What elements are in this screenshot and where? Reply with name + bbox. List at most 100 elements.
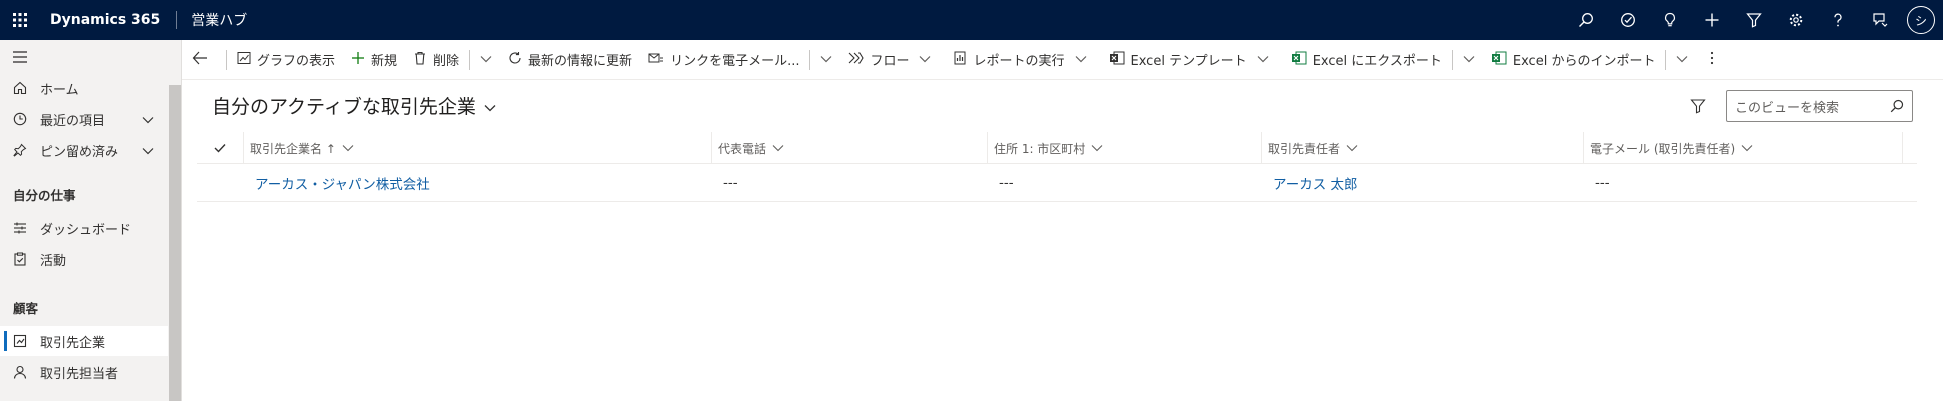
app-launcher-icon[interactable] xyxy=(0,0,40,40)
sidebar-item-label: 取引先担当者 xyxy=(40,366,119,382)
search-placeholder: このビューを検索 xyxy=(1735,100,1840,116)
import-from-excel-label: Excel からのインポート xyxy=(1512,54,1656,69)
assistant-icon[interactable] xyxy=(1859,0,1901,40)
city-cell: --- xyxy=(999,175,1014,191)
primary-contact-link[interactable]: アーカス 太郎 xyxy=(1261,164,1357,202)
show-chart-button[interactable]: グラフの表示 xyxy=(229,40,343,80)
select-all-checkbox[interactable] xyxy=(197,132,237,164)
column-header-main-phone[interactable]: 代表電話 xyxy=(711,132,987,164)
chart-icon xyxy=(237,51,257,69)
settings-gear-icon[interactable] xyxy=(1775,0,1817,40)
chevron-down-icon xyxy=(476,95,496,117)
task-check-icon[interactable] xyxy=(1607,0,1649,40)
chevron-down-icon xyxy=(1257,52,1275,67)
refresh-label: 最新の情報に更新 xyxy=(528,54,633,69)
report-icon xyxy=(953,51,973,69)
lightbulb-icon[interactable] xyxy=(1649,0,1691,40)
sitemap-sidebar: ホーム 最近の項目 ピン留め済み 自分の仕事 ダッシュボード 活動 顧客 取引先… xyxy=(0,40,182,401)
advanced-filter-icon[interactable] xyxy=(1733,0,1775,40)
main-phone-cell: --- xyxy=(723,175,738,191)
chevron-down-icon xyxy=(1735,141,1753,155)
flow-label: フロー xyxy=(870,54,910,69)
sidebar-section-customers: 顧客 xyxy=(13,301,39,316)
new-button[interactable]: 新規 xyxy=(343,40,405,80)
user-avatar[interactable]: シ xyxy=(1907,6,1935,34)
back-arrow-icon xyxy=(192,51,214,69)
sidebar-item-pinned[interactable]: ピン留め済み xyxy=(0,135,168,165)
delete-more-dropdown[interactable] xyxy=(472,40,500,80)
column-header-label: 代表電話 xyxy=(718,141,767,156)
sidebar-item-home[interactable]: ホーム xyxy=(0,73,168,103)
column-header-label: 取引先企業名 ↑ xyxy=(250,141,336,156)
excel-template-icon xyxy=(1109,51,1131,69)
import-more-dropdown[interactable] xyxy=(1668,40,1696,80)
filter-icon[interactable] xyxy=(1690,98,1706,118)
back-button[interactable] xyxy=(182,40,224,80)
chevron-down-icon xyxy=(919,52,937,67)
email-link-button[interactable]: リンクを電子メール... xyxy=(640,40,807,80)
sidebar-item-label: 最近の項目 xyxy=(40,113,106,129)
app-title[interactable]: 営業ハブ xyxy=(177,10,247,30)
view-selector[interactable]: 自分のアクティブな取引先企業 xyxy=(212,92,496,119)
view-search-box[interactable]: このビューを検索 xyxy=(1726,90,1913,122)
email-link-more-dropdown[interactable] xyxy=(812,40,840,80)
more-commands-button[interactable] xyxy=(1696,40,1734,80)
sidebar-collapse-button[interactable] xyxy=(0,42,168,72)
import-from-excel-button[interactable]: Excel からのインポート xyxy=(1483,40,1664,80)
separator xyxy=(1665,49,1667,70)
pin-icon xyxy=(11,143,29,157)
product-name[interactable]: Dynamics 365 xyxy=(40,11,178,29)
home-icon xyxy=(11,81,29,95)
chevron-down-icon xyxy=(1340,141,1358,155)
search-icon[interactable] xyxy=(1565,0,1607,40)
chevron-down-icon[interactable] xyxy=(142,144,154,159)
more-vertical-icon xyxy=(1710,51,1720,69)
flow-icon xyxy=(848,51,870,69)
chevron-down-icon xyxy=(336,141,354,155)
sidebar-item-label: ピン留め済み xyxy=(40,144,119,160)
excel-template-button[interactable]: Excel テンプレート xyxy=(1101,40,1283,80)
column-header-primary-contact[interactable]: 取引先責任者 xyxy=(1261,132,1583,164)
delete-label: 削除 xyxy=(433,54,460,69)
flow-button[interactable]: フロー xyxy=(840,40,945,80)
run-report-button[interactable]: レポートの実行 xyxy=(945,40,1100,80)
records-grid: 取引先企業名 ↑ 代表電話 住所 1: 市区町村 取引先責任者 電子メール (取… xyxy=(197,132,1917,202)
email-link-icon xyxy=(648,51,670,69)
sidebar-item-contacts[interactable]: 取引先担当者 xyxy=(0,357,168,387)
hamburger-menu-icon[interactable] xyxy=(11,50,29,64)
view-title: 自分のアクティブな取引先企業 xyxy=(212,96,476,118)
sidebar-item-label: ホーム xyxy=(40,82,79,98)
sidebar-item-activities[interactable]: 活動 xyxy=(0,244,168,274)
chevron-down-icon xyxy=(1075,52,1093,67)
refresh-icon xyxy=(508,51,528,69)
search-icon[interactable] xyxy=(1890,99,1904,117)
chevron-down-icon xyxy=(820,52,832,67)
main-view-area: 自分のアクティブな取引先企業 このビューを検索 取引先企業名 ↑ 代表電話 住所… xyxy=(182,80,1943,401)
clock-icon xyxy=(11,112,29,126)
refresh-button[interactable]: 最新の情報に更新 xyxy=(500,40,640,80)
sidebar-scrollbar[interactable] xyxy=(169,85,181,401)
chevron-down-icon xyxy=(480,52,492,67)
row-select-checkbox[interactable] xyxy=(197,164,237,202)
table-row[interactable]: アーカス・ジャパン株式会社 --- --- アーカス 太郎 --- xyxy=(197,164,1917,202)
account-name-link[interactable]: アーカス・ジャパン株式会社 xyxy=(243,164,430,202)
sidebar-item-recent[interactable]: 最近の項目 xyxy=(0,104,168,134)
chevron-down-icon xyxy=(1676,52,1688,67)
sidebar-item-dashboards[interactable]: ダッシュボード xyxy=(0,213,168,243)
chevron-down-icon xyxy=(1463,52,1475,67)
sidebar-item-label: ダッシュボード xyxy=(40,222,132,238)
plus-icon[interactable] xyxy=(1691,0,1733,40)
sidebar-item-label: 活動 xyxy=(40,253,67,269)
column-header-label: 住所 1: 市区町村 xyxy=(994,141,1086,156)
chevron-down-icon[interactable] xyxy=(142,113,154,128)
column-header-email[interactable]: 電子メール (取引先責任者) xyxy=(1583,132,1903,164)
export-to-excel-button[interactable]: Excel にエクスポート xyxy=(1283,40,1450,80)
help-icon[interactable] xyxy=(1817,0,1859,40)
chevron-down-icon xyxy=(1085,141,1103,155)
column-header-city[interactable]: 住所 1: 市区町村 xyxy=(987,132,1261,164)
excel-template-label: Excel テンプレート xyxy=(1130,54,1247,69)
delete-button[interactable]: 削除 xyxy=(405,40,467,80)
export-more-dropdown[interactable] xyxy=(1455,40,1483,80)
column-header-account-name[interactable]: 取引先企業名 ↑ xyxy=(243,132,695,164)
sidebar-item-accounts[interactable]: 取引先企業 xyxy=(0,326,168,356)
